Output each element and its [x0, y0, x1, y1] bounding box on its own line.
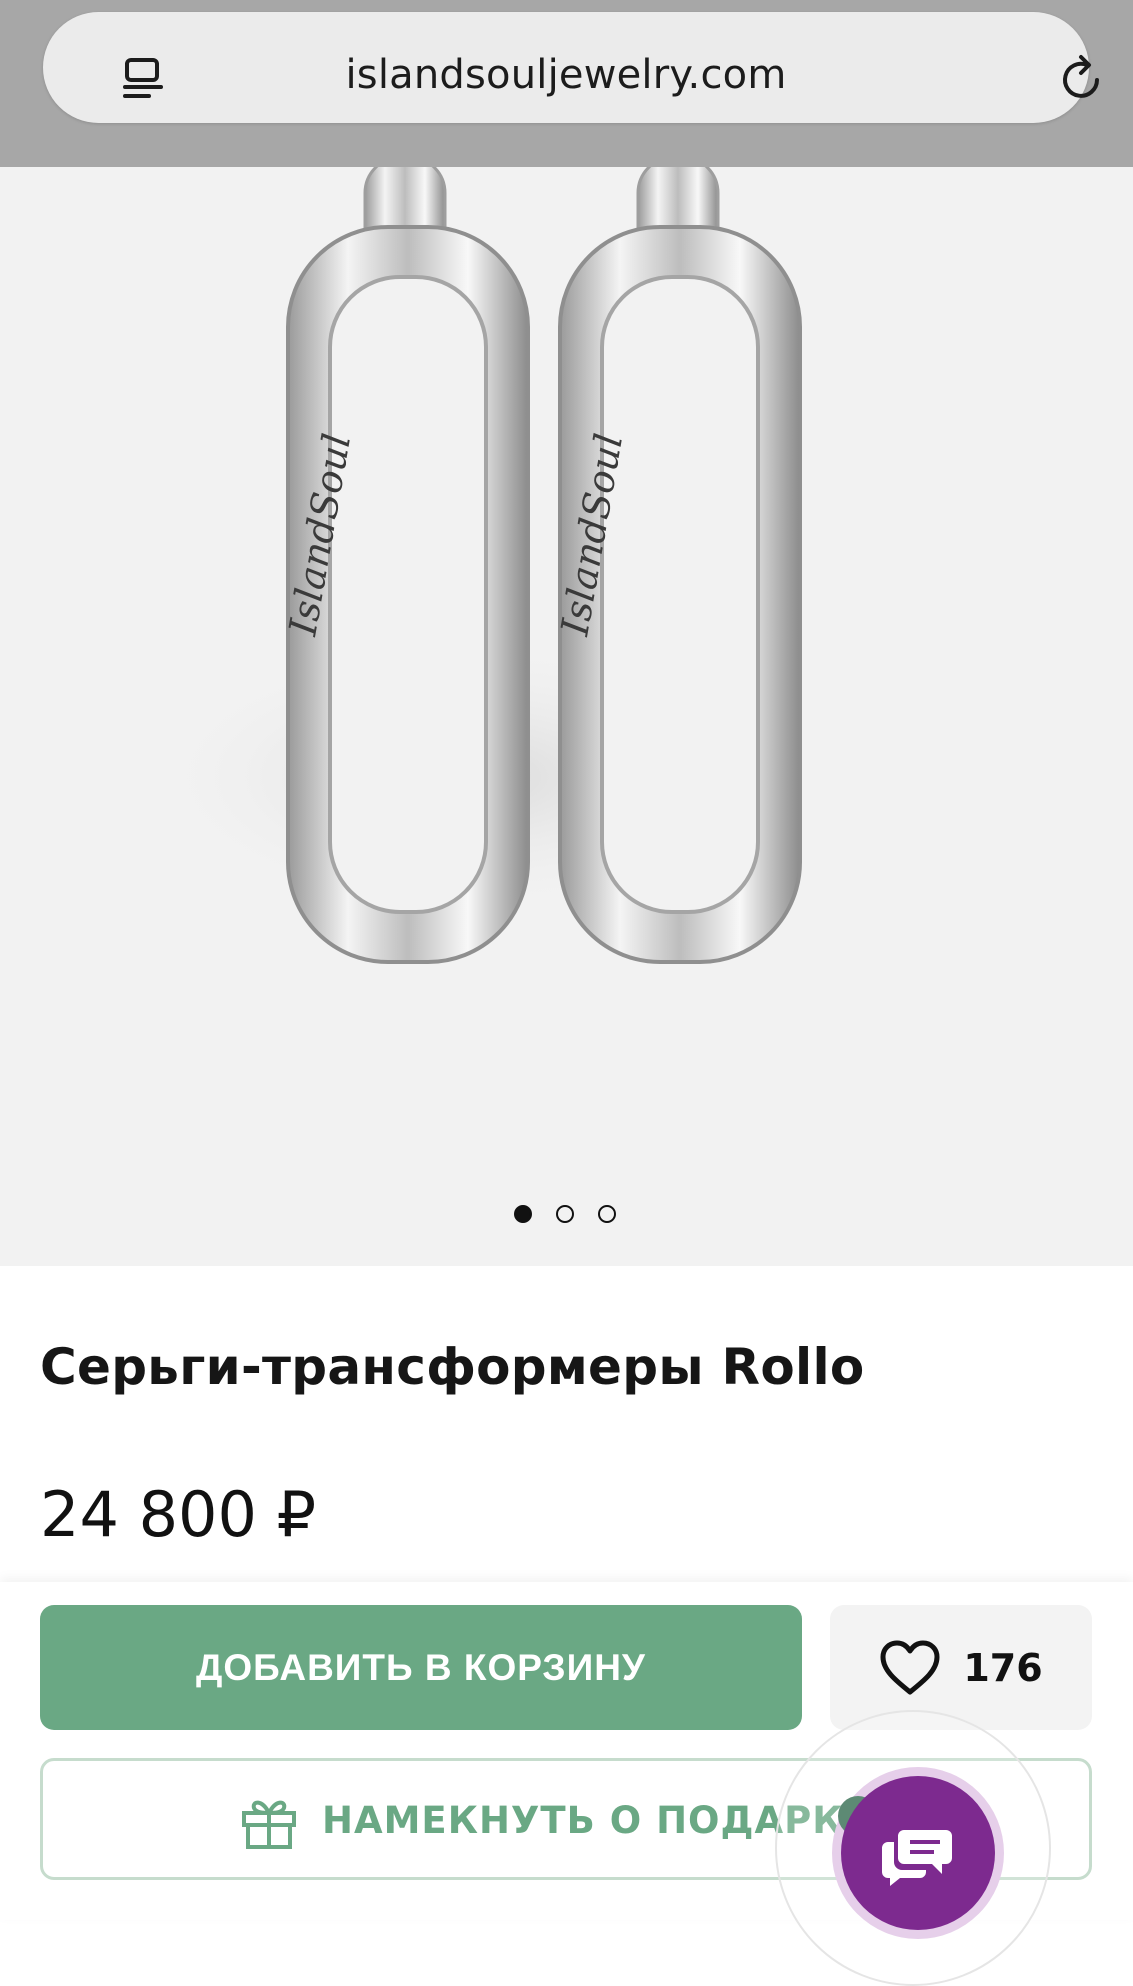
wishlist-button[interactable]: 176	[830, 1605, 1092, 1730]
product-title: Серьги-трансформеры Rollo	[40, 1338, 865, 1396]
browser-toolbar: islandsouljewelry.com	[0, 0, 1133, 167]
gift-icon	[242, 1800, 296, 1849]
heart-icon	[880, 1640, 940, 1694]
earrings-photo: IslandSoul IslandSoul	[0, 167, 1133, 1266]
carousel-dot-1[interactable]	[514, 1205, 532, 1223]
address-bar[interactable]: islandsouljewelry.com	[43, 12, 1099, 123]
product-price: 24 800 ₽	[40, 1478, 317, 1551]
product-image[interactable]: IslandSoul IslandSoul	[0, 167, 1133, 1266]
add-to-cart-button[interactable]: ДОБАВИТЬ В КОРЗИНУ	[40, 1605, 802, 1730]
carousel-dot-3[interactable]	[598, 1205, 616, 1223]
carousel-dots	[0, 1205, 1133, 1229]
chat-button[interactable]	[841, 1776, 995, 1930]
carousel-dot-2[interactable]	[556, 1205, 574, 1223]
url-text[interactable]: islandsouljewelry.com	[43, 52, 1089, 98]
wishlist-count: 176	[963, 1645, 1043, 1690]
chat-icon	[882, 1830, 952, 1886]
reload-icon[interactable]	[1061, 54, 1107, 104]
